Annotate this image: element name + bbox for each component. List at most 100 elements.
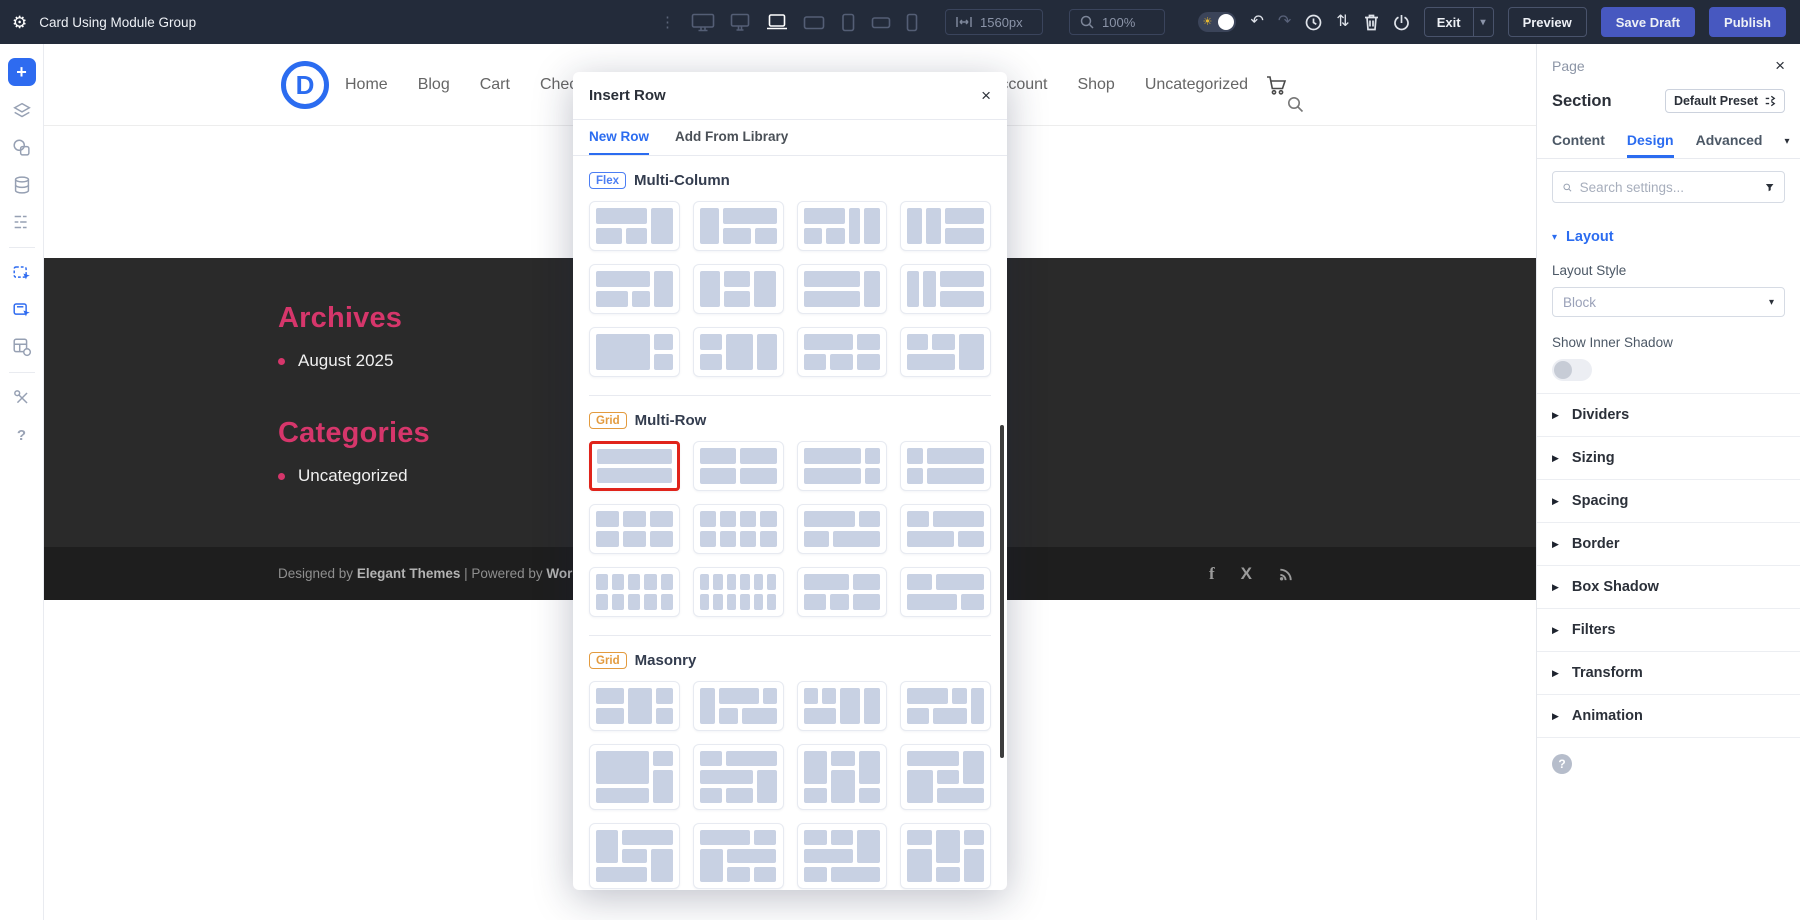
accordion-transform[interactable]: ▶Transform xyxy=(1537,652,1800,695)
row-layout-option[interactable] xyxy=(693,327,784,377)
tools-icon[interactable] xyxy=(10,386,34,410)
save-draft-button[interactable]: Save Draft xyxy=(1601,7,1695,37)
breadcrumb[interactable]: Page xyxy=(1552,58,1585,74)
insert-module-group-icon[interactable] xyxy=(10,298,34,322)
x-twitter-icon[interactable]: X xyxy=(1241,564,1252,584)
portability-icon[interactable] xyxy=(1393,14,1410,31)
panel-tab-design[interactable]: Design xyxy=(1627,125,1674,158)
modal-tab-add-from-library[interactable]: Add From Library xyxy=(675,120,788,155)
accordion-filters[interactable]: ▶Filters xyxy=(1537,609,1800,652)
row-layout-option[interactable] xyxy=(693,504,784,554)
row-layout-option[interactable] xyxy=(693,264,784,314)
row-layout-option[interactable] xyxy=(589,201,680,251)
database-icon[interactable] xyxy=(10,173,34,197)
row-layout-option[interactable] xyxy=(693,201,784,251)
settings-search-input[interactable] xyxy=(1580,180,1757,195)
nav-item-home[interactable]: Home xyxy=(345,76,388,94)
row-layout-option[interactable] xyxy=(900,327,991,377)
row-layout-option[interactable] xyxy=(900,744,991,810)
cart-icon[interactable] xyxy=(1266,75,1287,95)
canvas-width-input[interactable] xyxy=(980,15,1032,30)
row-layout-option[interactable] xyxy=(900,823,991,889)
desktop-icon[interactable] xyxy=(729,13,751,32)
row-layout-option[interactable] xyxy=(900,201,991,251)
module-builder-icon[interactable] xyxy=(10,335,34,359)
row-layout-option[interactable] xyxy=(797,201,888,251)
row-layout-option[interactable] xyxy=(900,567,991,617)
accordion-spacing[interactable]: ▶Spacing xyxy=(1537,480,1800,523)
row-layout-option[interactable] xyxy=(693,567,784,617)
accordion-box-shadow[interactable]: ▶Box Shadow xyxy=(1537,566,1800,609)
row-layout-option[interactable] xyxy=(693,681,784,731)
row-layout-option[interactable] xyxy=(693,823,784,889)
row-layout-option[interactable] xyxy=(797,823,888,889)
row-layout-option[interactable] xyxy=(797,681,888,731)
canvas-width-field[interactable] xyxy=(945,9,1043,35)
phone-landscape-icon[interactable] xyxy=(871,15,891,30)
panel-tab-content[interactable]: Content xyxy=(1552,125,1605,158)
default-preset-button[interactable]: Default Preset xyxy=(1665,89,1785,113)
layers-icon[interactable] xyxy=(10,99,34,123)
shapes-icon[interactable] xyxy=(10,136,34,160)
insert-module-icon[interactable] xyxy=(10,261,34,285)
trash-icon[interactable] xyxy=(1364,14,1379,31)
site-logo[interactable]: D xyxy=(281,61,329,109)
tablet-landscape-icon[interactable] xyxy=(803,14,825,31)
panel-help-icon[interactable]: ? xyxy=(1552,754,1572,774)
row-layout-option[interactable] xyxy=(693,744,784,810)
page-settings-gear-icon[interactable]: ⚙ xyxy=(12,14,27,31)
redo-icon[interactable]: ↷ xyxy=(1278,14,1291,30)
canvas-zoom-field[interactable] xyxy=(1069,9,1165,35)
help-icon[interactable]: ? xyxy=(10,423,34,447)
canvas-zoom-input[interactable] xyxy=(1102,15,1154,30)
inner-shadow-toggle[interactable] xyxy=(1552,359,1592,381)
responsive-caret-icon[interactable]: ▾ xyxy=(1785,136,1790,147)
row-layout-option[interactable] xyxy=(900,504,991,554)
field-rows-icon[interactable] xyxy=(10,210,34,234)
row-layout-option[interactable] xyxy=(797,327,888,377)
exit-caret-icon[interactable]: ▾ xyxy=(1474,8,1493,36)
tablet-portrait-icon[interactable] xyxy=(839,13,857,32)
close-icon[interactable]: × xyxy=(981,87,991,104)
row-layout-option[interactable] xyxy=(797,504,888,554)
search-icon[interactable] xyxy=(1287,96,1304,113)
row-layout-option[interactable] xyxy=(589,264,680,314)
desktop-wide-icon[interactable] xyxy=(691,13,715,32)
modal-scrollbar[interactable] xyxy=(1000,425,1004,758)
undo-icon[interactable]: ↶ xyxy=(1250,14,1263,30)
publish-button[interactable]: Publish xyxy=(1709,7,1786,37)
laptop-icon[interactable] xyxy=(765,13,789,31)
row-layout-option[interactable] xyxy=(797,567,888,617)
add-button[interactable]: + xyxy=(8,58,36,86)
row-layout-option[interactable] xyxy=(589,681,680,731)
row-layout-option[interactable] xyxy=(589,327,680,377)
drag-handle-icon[interactable]: ⋮ xyxy=(660,13,675,31)
row-layout-option[interactable] xyxy=(589,823,680,889)
row-layout-option[interactable] xyxy=(797,441,888,491)
row-layout-option[interactable] xyxy=(900,681,991,731)
nav-item-blog[interactable]: Blog xyxy=(418,76,450,94)
accordion-animation[interactable]: ▶Animation xyxy=(1537,695,1800,738)
row-layout-option[interactable] xyxy=(797,744,888,810)
row-layout-option[interactable] xyxy=(900,441,991,491)
panel-tab-advanced[interactable]: Advanced xyxy=(1696,125,1763,158)
row-layout-option[interactable] xyxy=(589,744,680,810)
layout-group-header[interactable]: ▾ Layout xyxy=(1552,229,1785,245)
theme-toggle[interactable]: ☀ xyxy=(1198,12,1236,32)
row-layout-option[interactable] xyxy=(693,441,784,491)
accordion-sizing[interactable]: ▶Sizing xyxy=(1537,437,1800,480)
row-layout-option[interactable] xyxy=(797,264,888,314)
sort-layers-icon[interactable]: ⇅ xyxy=(1336,14,1349,30)
filter-funnel-icon[interactable] xyxy=(1765,181,1774,194)
preview-button[interactable]: Preview xyxy=(1508,7,1587,37)
nav-item-cart[interactable]: Cart xyxy=(480,76,510,94)
history-icon[interactable] xyxy=(1305,14,1322,31)
row-layout-option[interactable] xyxy=(589,504,680,554)
rss-icon[interactable] xyxy=(1278,565,1295,582)
nav-item-uncategorized[interactable]: Uncategorized xyxy=(1145,76,1248,94)
row-layout-option[interactable] xyxy=(589,567,680,617)
row-layout-option[interactable] xyxy=(900,264,991,314)
layout-style-select[interactable]: Block ▾ xyxy=(1552,287,1785,317)
phone-portrait-icon[interactable] xyxy=(905,13,919,32)
exit-button[interactable]: Exit ▾ xyxy=(1424,7,1494,37)
